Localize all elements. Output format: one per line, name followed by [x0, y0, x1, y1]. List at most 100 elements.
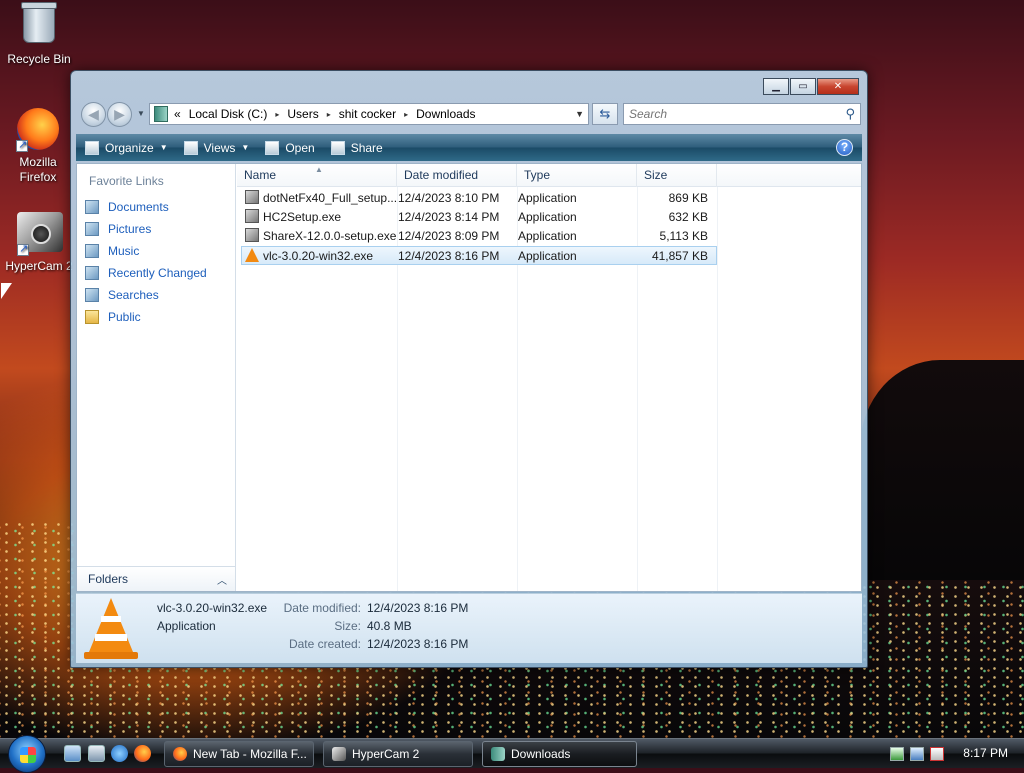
back-button[interactable]: ◀ [81, 102, 106, 127]
address-bar[interactable]: « Local Disk (C:) ▸ Users ▸ shit cocker … [149, 103, 589, 125]
file-date: 12/4/2023 8:14 PM [398, 210, 500, 224]
favorite-link-pictures[interactable]: Pictures [85, 218, 207, 240]
organize-button[interactable]: Organize ▼ [76, 134, 175, 161]
search-input[interactable] [624, 104, 824, 124]
views-button[interactable]: Views ▼ [175, 134, 257, 161]
file-row[interactable]: HC2Setup.exe 12/4/2023 8:14 PM Applicati… [241, 208, 717, 227]
close-button[interactable]: ✕ [817, 78, 859, 95]
sharex-setup-icon [245, 228, 259, 242]
column-header-size[interactable]: Size [637, 164, 717, 187]
file-row[interactable]: ShareX-12.0.0-setup.exe 12/4/2023 8:09 P… [241, 227, 717, 246]
forward-arrow-icon: ▶ [114, 106, 125, 122]
favorite-link-label: Public [108, 310, 141, 324]
column-header-type[interactable]: Type [517, 164, 637, 187]
details-size-value: 40.8 MB [367, 619, 412, 633]
details-size-label: Size: [334, 619, 361, 633]
clock[interactable]: 8:17 PM [963, 746, 1008, 760]
breadcrumb-downloads[interactable]: Downloads [416, 107, 475, 121]
switch-windows-icon[interactable] [88, 745, 105, 762]
network-icon[interactable] [910, 747, 924, 761]
file-name: vlc-3.0.20-win32.exe [263, 249, 374, 263]
show-desktop-icon[interactable] [64, 745, 81, 762]
volume-muted-icon[interactable] [930, 747, 944, 761]
shortcut-arrow-icon [17, 242, 29, 257]
breadcrumb-chevron-icon[interactable]: ▸ [275, 110, 279, 119]
search-box[interactable]: ⚲ [623, 103, 861, 125]
pictures-icon [85, 222, 99, 236]
window-controls: ▁ ▭ ✕ [762, 78, 859, 95]
taskbar-button-label: Downloads [511, 747, 571, 761]
internet-explorer-icon[interactable] [111, 745, 128, 762]
explorer-window[interactable]: ▁ ▭ ✕ ◀ ▶ ▼ « Local Disk (C:) ▸ Users ▸ … [70, 70, 868, 668]
recent-pages-dropdown[interactable]: ▼ [137, 109, 145, 118]
views-label: Views [203, 140, 236, 155]
address-overflow-button[interactable]: « [174, 107, 181, 121]
firefox-icon [16, 108, 60, 153]
recently-changed-icon [85, 266, 99, 280]
recycle-bin-icon [17, 2, 61, 49]
open-button[interactable]: Open [256, 134, 321, 161]
folders-label: Folders [88, 572, 129, 586]
firefox-icon[interactable] [134, 745, 151, 762]
file-row-selected[interactable]: vlc-3.0.20-win32.exe 12/4/2023 8:16 PM A… [241, 246, 717, 265]
breadcrumb-user-folder[interactable]: shit cocker [339, 107, 396, 121]
details-file-type: Application [157, 619, 216, 633]
taskbar-button-hypercam[interactable]: HyperCam 2 [323, 741, 473, 767]
shortcut-arrow-icon [16, 138, 28, 153]
search-icon[interactable]: ⚲ [845, 106, 855, 122]
file-date: 12/4/2023 8:10 PM [398, 191, 500, 205]
hypercam-setup-icon [245, 209, 259, 223]
file-type: Application [518, 191, 577, 205]
file-row[interactable]: dotNetFx40_Full_setup.... 12/4/2023 8:10… [241, 189, 717, 208]
favorite-link-label: Music [108, 244, 140, 258]
folders-toggle[interactable]: Folders ︿ [77, 566, 235, 591]
favorite-link-recently-changed[interactable]: Recently Changed [85, 262, 207, 284]
share-button[interactable]: Share [322, 134, 390, 161]
forward-button[interactable]: ▶ [107, 102, 132, 127]
help-icon[interactable]: ? [836, 139, 853, 156]
file-size: 5,113 KB [659, 229, 708, 243]
breadcrumb-local-disk[interactable]: Local Disk (C:) [189, 107, 268, 121]
taskbar-button-downloads[interactable]: Downloads [482, 741, 637, 767]
column-divider [717, 187, 718, 591]
refresh-icon: ⇆ [599, 106, 611, 121]
desktop-icon-recycle-bin[interactable]: Recycle Bin [5, 2, 73, 67]
content-area: Favorite Links Documents Pictures Music … [76, 163, 862, 592]
desktop-icon-hypercam[interactable]: HyperCam 2 [4, 212, 74, 274]
taskbar-button-firefox[interactable]: New Tab - Mozilla F... [164, 741, 314, 767]
file-size: 41,857 KB [651, 249, 708, 263]
column-header-date-modified[interactable]: Date modified [397, 164, 517, 187]
installer-icon [245, 190, 259, 204]
music-icon [85, 244, 99, 258]
favorite-link-label: Pictures [108, 222, 152, 236]
favorite-link-music[interactable]: Music [85, 240, 207, 262]
vlc-cone-icon [245, 248, 259, 262]
favorite-link-searches[interactable]: Searches [85, 284, 207, 306]
folder-icon [154, 106, 168, 122]
file-name-cell: ShareX-12.0.0-setup.exe [245, 227, 397, 246]
minimize-button[interactable]: ▁ [763, 78, 789, 95]
column-header-name[interactable]: Name ▲ [237, 164, 397, 187]
favorite-link-public[interactable]: Public [85, 306, 207, 328]
chevron-up-icon: ︿ [217, 575, 227, 587]
file-type: Application [518, 210, 577, 224]
breadcrumb-chevron-icon[interactable]: ▸ [404, 110, 408, 119]
folder-icon [85, 310, 99, 324]
maximize-button[interactable]: ▭ [790, 78, 816, 95]
column-header-row: Name ▲ Date modified Type Size [237, 164, 861, 187]
details-date-modified-label: Date modified: [283, 601, 361, 615]
address-dropdown-icon[interactable]: ▼ [575, 109, 584, 119]
desktop-icon-firefox[interactable]: Mozilla Firefox [4, 108, 72, 185]
taskbar: New Tab - Mozilla F... HyperCam 2 Downlo… [0, 735, 1024, 773]
open-label: Open [285, 140, 315, 155]
favorite-link-documents[interactable]: Documents [85, 196, 207, 218]
breadcrumb-chevron-icon[interactable]: ▸ [327, 110, 331, 119]
chevron-down-icon: ▼ [241, 143, 250, 152]
sort-ascending-icon: ▲ [315, 165, 323, 174]
network-status-icon[interactable] [890, 747, 904, 761]
start-button[interactable] [8, 735, 46, 773]
file-type: Application [518, 249, 577, 263]
desktop-icon-label: HyperCam 2 [5, 259, 73, 273]
refresh-button[interactable]: ⇆ [592, 103, 618, 125]
breadcrumb-users[interactable]: Users [287, 107, 318, 121]
